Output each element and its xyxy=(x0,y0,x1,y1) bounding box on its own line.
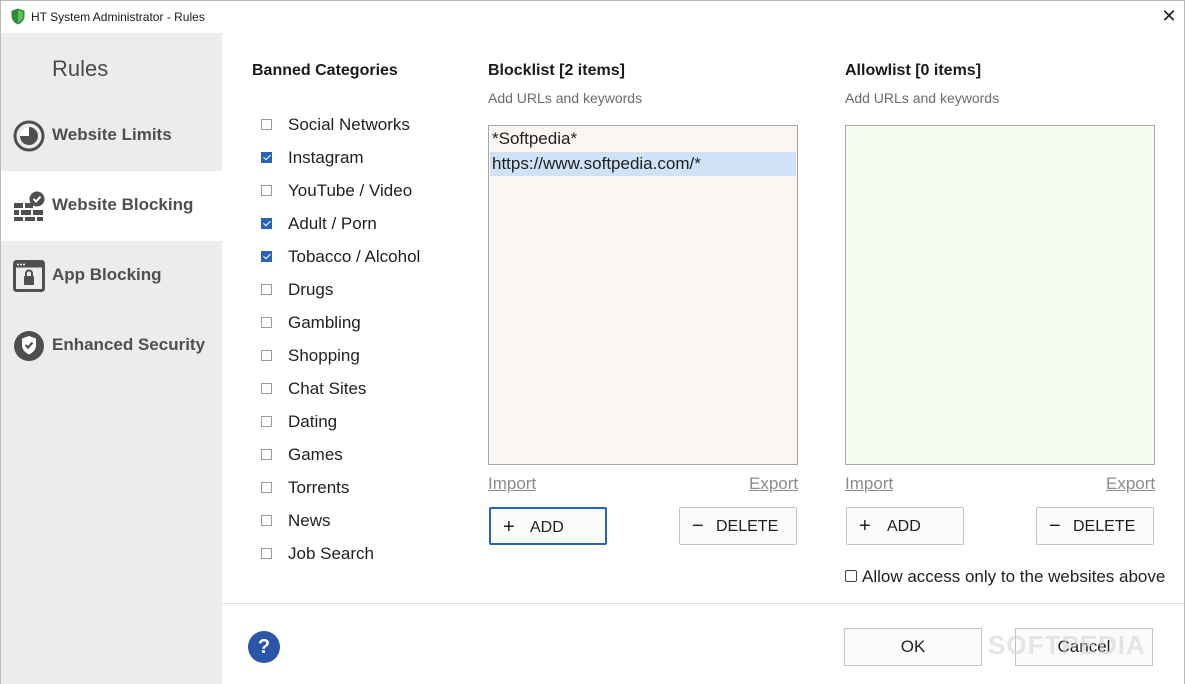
category-label: Job Search xyxy=(288,544,374,563)
add-button-label: ADD xyxy=(887,518,921,535)
blocklist-delete-button[interactable]: − DELETE xyxy=(679,507,797,545)
checkbox-unchecked[interactable] xyxy=(261,548,272,559)
checkbox-unchecked[interactable] xyxy=(261,449,272,460)
category-label: Instagram xyxy=(288,148,364,167)
category-label: Adult / Porn xyxy=(288,214,377,233)
sidebar: Rules Website Limits Website Blocking Ap… xyxy=(1,33,222,684)
plus-icon: + xyxy=(503,516,515,538)
blocklist-title: Blocklist [2 items] xyxy=(488,62,625,79)
ok-button[interactable]: OK xyxy=(844,628,982,666)
sidebar-item-label: Website Blocking xyxy=(52,195,194,214)
sidebar-item-label: Enhanced Security xyxy=(52,335,206,354)
sidebar-item-website-blocking[interactable]: Website Blocking xyxy=(1,171,222,241)
category-label: News xyxy=(288,511,331,530)
category-label: Torrents xyxy=(288,478,350,497)
sidebar-item-label: App Blocking xyxy=(52,265,162,284)
blocklist-entry[interactable]: *Softpedia* xyxy=(490,127,796,151)
allow-only-label: Allow access only to the websites above xyxy=(862,567,1166,586)
checkbox-checked[interactable] xyxy=(261,251,272,262)
category-label: Drugs xyxy=(288,280,334,299)
sidebar-item-app-blocking[interactable]: App Blocking xyxy=(1,241,222,311)
checkbox-unchecked[interactable] xyxy=(261,317,272,328)
sidebar-item-label: Website Limits xyxy=(52,125,172,144)
add-button-label: ADD xyxy=(530,519,564,536)
help-icon[interactable]: ? xyxy=(248,631,280,663)
checkbox-unchecked[interactable] xyxy=(261,350,272,361)
rules-window: HT System Administrator - Rules ✕ Rules … xyxy=(0,0,1185,684)
plus-icon: + xyxy=(859,515,871,537)
blocklist-import-link[interactable]: Import xyxy=(488,474,536,494)
category-label: Chat Sites xyxy=(288,379,367,398)
category-label: Gambling xyxy=(288,313,361,332)
app-window-lock-icon xyxy=(13,260,45,292)
sidebar-item-website-limits[interactable]: Website Limits xyxy=(1,101,222,171)
minus-icon: − xyxy=(1049,515,1061,537)
shield-app-icon xyxy=(11,8,25,25)
close-icon[interactable]: ✕ xyxy=(1156,4,1182,30)
checkbox-unchecked[interactable] xyxy=(261,515,272,526)
checkbox-checked[interactable] xyxy=(261,152,272,163)
window-title: HT System Administrator - Rules xyxy=(31,10,205,24)
blocklist-export-link[interactable]: Export xyxy=(749,474,798,494)
blocklist-entry[interactable]: https://www.softpedia.com/* xyxy=(490,152,796,176)
checkbox-checked[interactable] xyxy=(261,218,272,229)
checkbox-unchecked[interactable] xyxy=(261,416,272,427)
firewall-check-icon xyxy=(14,191,45,221)
allowlist-title: Allowlist [0 items] xyxy=(845,62,982,79)
allowlist-export-link[interactable]: Export xyxy=(1106,474,1155,494)
allowlist-delete-button[interactable]: − DELETE xyxy=(1036,507,1154,545)
allowlist-import-link[interactable]: Import xyxy=(845,474,893,494)
category-label: YouTube / Video xyxy=(288,181,413,200)
category-label: Dating xyxy=(288,412,338,431)
checkbox-box[interactable] xyxy=(845,570,857,582)
checkbox-unchecked[interactable] xyxy=(261,119,272,130)
banned-categories-title: Banned Categories xyxy=(252,62,398,79)
clock-icon xyxy=(13,120,45,152)
allowlist-add-button[interactable]: + ADD xyxy=(846,507,964,545)
rules-content: Banned Categories Social Networks Instagr… xyxy=(222,33,1184,603)
category-label: Tobacco / Alcohol xyxy=(288,247,421,266)
blocklist-subtitle: Add URLs and keywords xyxy=(488,90,643,106)
delete-button-label: DELETE xyxy=(716,518,779,535)
title-bar: HT System Administrator - Rules ✕ xyxy=(1,1,1184,33)
allowlist-subtitle: Add URLs and keywords xyxy=(845,90,1000,106)
checkbox-unchecked[interactable] xyxy=(261,284,272,295)
category-label: Shopping xyxy=(288,346,360,365)
delete-button-label: DELETE xyxy=(1073,518,1136,535)
blocklist-listbox[interactable]: *Softpedia* https://www.softpedia.com/* xyxy=(488,125,798,465)
minus-icon: − xyxy=(692,515,704,537)
checkbox-unchecked[interactable] xyxy=(261,185,272,196)
shield-check-icon xyxy=(14,331,44,361)
checkbox-unchecked[interactable] xyxy=(261,482,272,493)
category-label: Social Networks xyxy=(288,115,410,134)
sidebar-title: Rules xyxy=(52,56,109,81)
blocklist-add-button[interactable]: + ADD xyxy=(489,507,607,545)
sidebar-item-enhanced-security[interactable]: Enhanced Security xyxy=(1,311,222,381)
watermark: SOFTPEDIA xyxy=(988,630,1146,660)
checkbox-unchecked[interactable] xyxy=(261,383,272,394)
category-label: Games xyxy=(288,445,343,464)
allowlist-listbox[interactable] xyxy=(845,125,1155,465)
